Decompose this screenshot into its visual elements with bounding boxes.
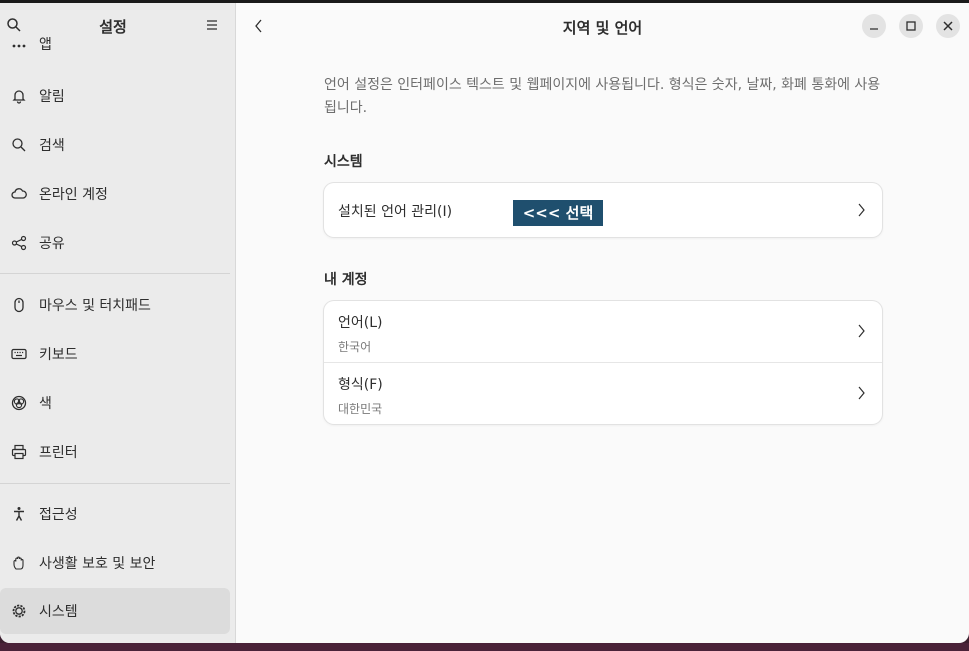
minimize-button[interactable]: [862, 14, 886, 38]
bell-icon: [12, 90, 26, 104]
formats-label: 형식(F): [338, 377, 383, 393]
sidebar-item-search[interactable]: 검색: [0, 122, 230, 168]
formats-row[interactable]: 형식(F) 대한민국: [324, 362, 882, 424]
chevron-right-icon: [858, 203, 865, 217]
sidebar-item-apps[interactable]: 앱: [0, 28, 230, 50]
sidebar-item-system[interactable]: 시스템: [0, 588, 230, 634]
account-section-title: 내 계정: [324, 272, 368, 288]
system-section-title: 시스템: [324, 154, 363, 170]
share-icon: [11, 235, 27, 251]
sidebar-separator: [0, 273, 230, 274]
language-row[interactable]: 언어(L) 한국어: [324, 301, 882, 362]
select-annotation-tag: <<< 선택: [513, 200, 603, 226]
system-gear-icon: [12, 604, 26, 618]
system-card: 설치된 언어 관리(I): [324, 183, 882, 237]
cloud-icon: [11, 188, 27, 199]
color-icon: [11, 395, 27, 411]
account-card: 언어(L) 한국어 형식(F) 대한민국: [324, 301, 882, 424]
sidebar-item-sharing[interactable]: 공유: [0, 220, 230, 266]
printer-icon: [11, 444, 27, 460]
close-button[interactable]: [936, 14, 960, 38]
search-icon: [12, 138, 26, 152]
maximize-icon: [906, 21, 916, 31]
sidebar-item-label: 프린터: [39, 445, 78, 461]
sidebar-item-accessibility[interactable]: 접근성: [0, 491, 230, 537]
sidebar-item-label: 온라인 계정: [39, 187, 108, 203]
sidebar-item-label: 마우스 및 터치패드: [39, 298, 151, 314]
manage-languages-row[interactable]: 설치된 언어 관리(I): [324, 183, 882, 237]
main-panel: 지역 및 언어 언어 설정은 인터페이스 텍스트 및 웹페이지에 사용됩니다. …: [236, 3, 969, 643]
sidebar-separator: [0, 483, 230, 484]
apps-icon: [12, 44, 26, 48]
language-value: 한국어: [338, 340, 372, 354]
keyboard-icon: [11, 348, 27, 360]
sidebar-item-label: 공유: [39, 236, 65, 252]
sidebar-item-label: 검색: [39, 138, 65, 154]
page-title: 지역 및 언어: [562, 19, 643, 37]
language-label: 언어(L): [338, 315, 383, 331]
close-icon: [943, 21, 953, 31]
chevron-right-icon: [858, 386, 865, 400]
sidebar-item-color[interactable]: 색: [0, 380, 230, 426]
desktop-background: [0, 643, 969, 651]
mouse-icon: [14, 297, 24, 313]
sidebar-item-printers[interactable]: 프린터: [0, 429, 230, 475]
sidebar-item-mouse-touchpad[interactable]: 마우스 및 터치패드: [0, 282, 230, 328]
sidebar-item-keyboard[interactable]: 키보드: [0, 331, 230, 377]
manage-languages-label: 설치된 언어 관리(I): [338, 204, 453, 220]
sidebar-item-label: 사생활 보호 및 보안: [39, 556, 156, 572]
settings-window: 설정 앱 알림 검색 온라인 계정 공유 마우스 및 터치패드 키보드 색 프린…: [0, 3, 969, 643]
minimize-icon: [870, 28, 878, 30]
sidebar-item-privacy-security[interactable]: 사생활 보호 및 보안: [0, 540, 230, 586]
accessibility-icon: [14, 507, 24, 521]
sidebar-item-label: 시스템: [39, 604, 78, 620]
hand-icon: [13, 556, 24, 570]
sidebar-item-label: 색: [39, 396, 52, 412]
sidebar-item-notifications[interactable]: 알림: [0, 73, 230, 119]
sidebar-item-label: 앱: [39, 37, 52, 50]
sidebar-item-label: 접근성: [39, 507, 78, 523]
maximize-button[interactable]: [899, 14, 923, 38]
chevron-right-icon: [858, 324, 865, 338]
sidebar: 설정 앱 알림 검색 온라인 계정 공유 마우스 및 터치패드 키보드 색 프린…: [0, 3, 236, 643]
formats-value: 대한민국: [338, 402, 383, 416]
sidebar-item-label: 알림: [39, 89, 65, 105]
sidebar-item-online-accounts[interactable]: 온라인 계정: [0, 171, 230, 217]
sidebar-item-label: 키보드: [39, 347, 78, 363]
description-text: 언어 설정은 인터페이스 텍스트 및 웹페이지에 사용됩니다. 형식은 숫자, …: [324, 77, 881, 116]
